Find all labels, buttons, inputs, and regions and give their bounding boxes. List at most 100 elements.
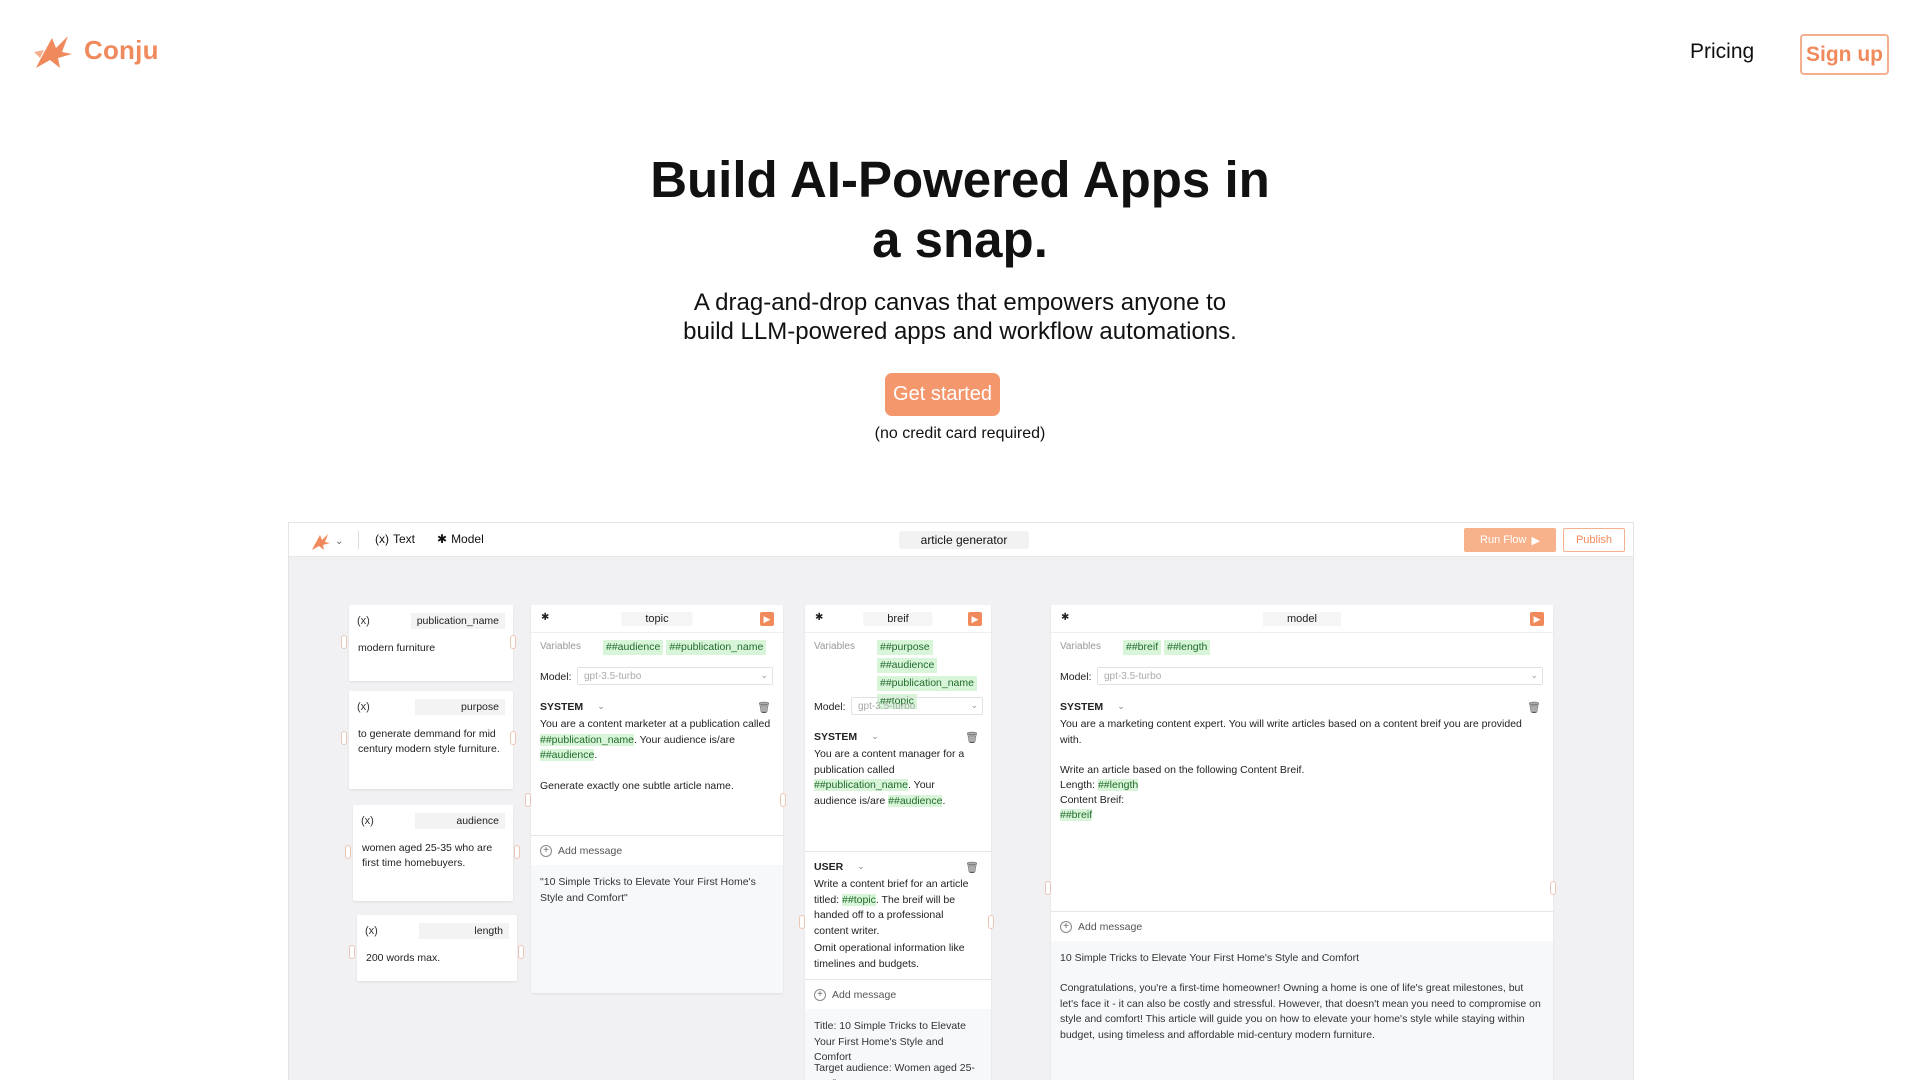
variables-label: Variables <box>540 641 581 652</box>
trash-icon[interactable]: 🗑 <box>1527 701 1541 714</box>
variable-value[interactable]: modern furniture <box>358 641 504 656</box>
message-text[interactable]: Length: ##length <box>1060 778 1541 794</box>
output-text: Congratulations, you're a first-time hom… <box>1060 982 1541 1041</box>
variable-name[interactable]: purpose <box>415 699 505 715</box>
add-model-button[interactable]: ✱ Model <box>437 532 484 546</box>
connector-handle[interactable] <box>1045 881 1051 895</box>
role-select[interactable]: SYSTEM ⌄ <box>1060 701 1125 713</box>
variable-card[interactable]: (x) publication_name modern furniture <box>349 605 513 681</box>
model-card-breif[interactable]: ✱ breif ▶ Variables ##purpose ##audience… <box>805 605 991 1080</box>
app-preview: ⌄ (x) Text ✱ Model article generator Run… <box>288 522 1634 1080</box>
message-text[interactable]: Content Breif: <box>1060 793 1541 809</box>
variable-value[interactable]: women aged 25-35 who are first time home… <box>362 841 504 871</box>
add-model-label: Model <box>451 532 484 546</box>
card-title[interactable]: model <box>1263 612 1341 626</box>
add-message-button[interactable]: + Add message <box>540 845 622 857</box>
connector-handle[interactable] <box>349 945 355 959</box>
add-message-button[interactable]: + Add message <box>1060 921 1142 933</box>
variable-card[interactable]: (x) length 200 words max. <box>357 915 517 981</box>
signup-button[interactable]: Sign up <box>1800 34 1889 75</box>
connector-handle[interactable] <box>510 731 516 745</box>
role-select[interactable]: SYSTEM ⌄ <box>814 731 879 743</box>
model-select[interactable]: gpt-3.5-turbo ⌄ <box>1097 667 1543 685</box>
trash-icon[interactable]: 🗑 <box>965 861 979 874</box>
flow-name-input[interactable]: article generator <box>899 531 1029 549</box>
connector-handle[interactable] <box>514 845 520 859</box>
connector-handle[interactable] <box>525 793 531 807</box>
model-card-topic[interactable]: ✱ topic ▶ Variables ##audience ##publica… <box>531 605 783 993</box>
chevron-down-icon: ⌄ <box>871 731 879 741</box>
variable-card[interactable]: (x) audience women aged 25-35 who are fi… <box>353 805 513 901</box>
message-text[interactable]: Generate exactly one subtle article name… <box>540 779 771 795</box>
variable-name[interactable]: audience <box>415 813 505 829</box>
message-text[interactable]: Omit operational information like timeli… <box>814 941 979 972</box>
message-segment: Length: <box>1060 779 1096 791</box>
publish-button[interactable]: Publish <box>1563 528 1625 552</box>
chevron-down-icon: ⌄ <box>1117 701 1125 711</box>
connector-handle[interactable] <box>345 845 351 859</box>
app-menu[interactable]: ⌄ <box>309 531 343 551</box>
chevron-down-icon: ⌄ <box>970 700 978 710</box>
variable-tag: ##purpose <box>877 640 933 655</box>
output-text: Target audience: Women aged 25-35, first <box>814 1062 975 1080</box>
variable-name[interactable]: publication_name <box>410 613 505 629</box>
output-panel: "10 Simple Tricks to Elevate Your First … <box>531 865 783 993</box>
run-node-icon[interactable]: ▶ <box>760 612 774 626</box>
message-text[interactable]: You are a content manager for a publicat… <box>814 747 979 809</box>
variable-highlight: ##audience <box>540 749 595 761</box>
variable-value[interactable]: to generate demmand for mid century mode… <box>358 727 504 757</box>
nav-pricing-link[interactable]: Pricing <box>1690 40 1754 64</box>
brand-logo[interactable]: Conju <box>30 30 159 70</box>
get-started-button[interactable]: Get started <box>885 373 1000 416</box>
card-title[interactable]: topic <box>621 612 693 626</box>
model-label: Model: <box>1060 671 1092 683</box>
run-node-icon[interactable]: ▶ <box>1530 612 1544 626</box>
connector-handle[interactable] <box>799 915 805 929</box>
connector-handle[interactable] <box>518 945 524 959</box>
variable-icon: (x) <box>365 925 378 937</box>
message-text[interactable]: Write a content brief for an article tit… <box>814 877 979 939</box>
chevron-down-icon: ⌄ <box>1530 670 1538 680</box>
variable-highlight: ##length <box>1097 779 1139 791</box>
card-title[interactable]: breif <box>863 612 933 626</box>
message-text[interactable]: ##breif <box>1060 808 1541 824</box>
card-header: ✱ breif ▶ <box>805 605 991 633</box>
message-text[interactable]: Write an article based on the following … <box>1060 763 1541 779</box>
role-label: SYSTEM <box>1060 701 1104 713</box>
add-message-button[interactable]: + Add message <box>814 989 896 1001</box>
model-card-model[interactable]: ✱ model ▶ Variables ##breif ##length Mod… <box>1051 605 1553 1080</box>
role-select[interactable]: SYSTEM ⌄ <box>540 701 605 713</box>
model-value: gpt-3.5-turbo <box>858 701 916 712</box>
model-select[interactable]: gpt-3.5-turbo ⌄ <box>577 667 773 685</box>
variable-icon: (x) <box>357 701 370 713</box>
connector-handle[interactable] <box>1550 881 1556 895</box>
hero-subtitle-line2: build LLM-powered apps and workflow auto… <box>683 318 1237 345</box>
run-node-icon[interactable]: ▶ <box>968 612 982 626</box>
role-label: SYSTEM <box>814 731 858 743</box>
plus-icon: + <box>1060 921 1072 933</box>
variable-card[interactable]: (x) purpose to generate demmand for mid … <box>349 691 513 789</box>
connector-handle[interactable] <box>780 793 786 807</box>
connector-handle[interactable] <box>341 635 347 649</box>
plus-icon: + <box>814 989 826 1001</box>
connector-handle[interactable] <box>341 731 347 745</box>
divider <box>805 851 991 852</box>
variable-name[interactable]: length <box>419 923 509 939</box>
connector-handle[interactable] <box>988 915 994 929</box>
message-text[interactable]: You are a content marketer at a publicat… <box>540 717 771 764</box>
chevron-down-icon: ⌄ <box>857 861 865 871</box>
connector-handle[interactable] <box>510 635 516 649</box>
divider <box>531 835 783 836</box>
message-segment: . Your audience is/are <box>634 733 735 746</box>
trash-icon[interactable]: 🗑 <box>965 731 979 744</box>
model-select[interactable]: gpt-3.5-turbo ⌄ <box>851 697 983 715</box>
trash-icon[interactable]: 🗑 <box>757 701 771 714</box>
run-flow-label: Run Flow <box>1480 534 1527 546</box>
run-flow-button[interactable]: Run Flow ▶ <box>1464 528 1556 552</box>
variable-highlight: ##topic <box>842 893 876 906</box>
message-text[interactable]: You are a marketing content expert. You … <box>1060 717 1541 748</box>
add-text-button[interactable]: (x) Text <box>375 532 415 546</box>
variable-value[interactable]: 200 words max. <box>366 951 508 966</box>
card-header: ✱ topic ▶ <box>531 605 783 633</box>
role-select[interactable]: USER ⌄ <box>814 861 865 873</box>
